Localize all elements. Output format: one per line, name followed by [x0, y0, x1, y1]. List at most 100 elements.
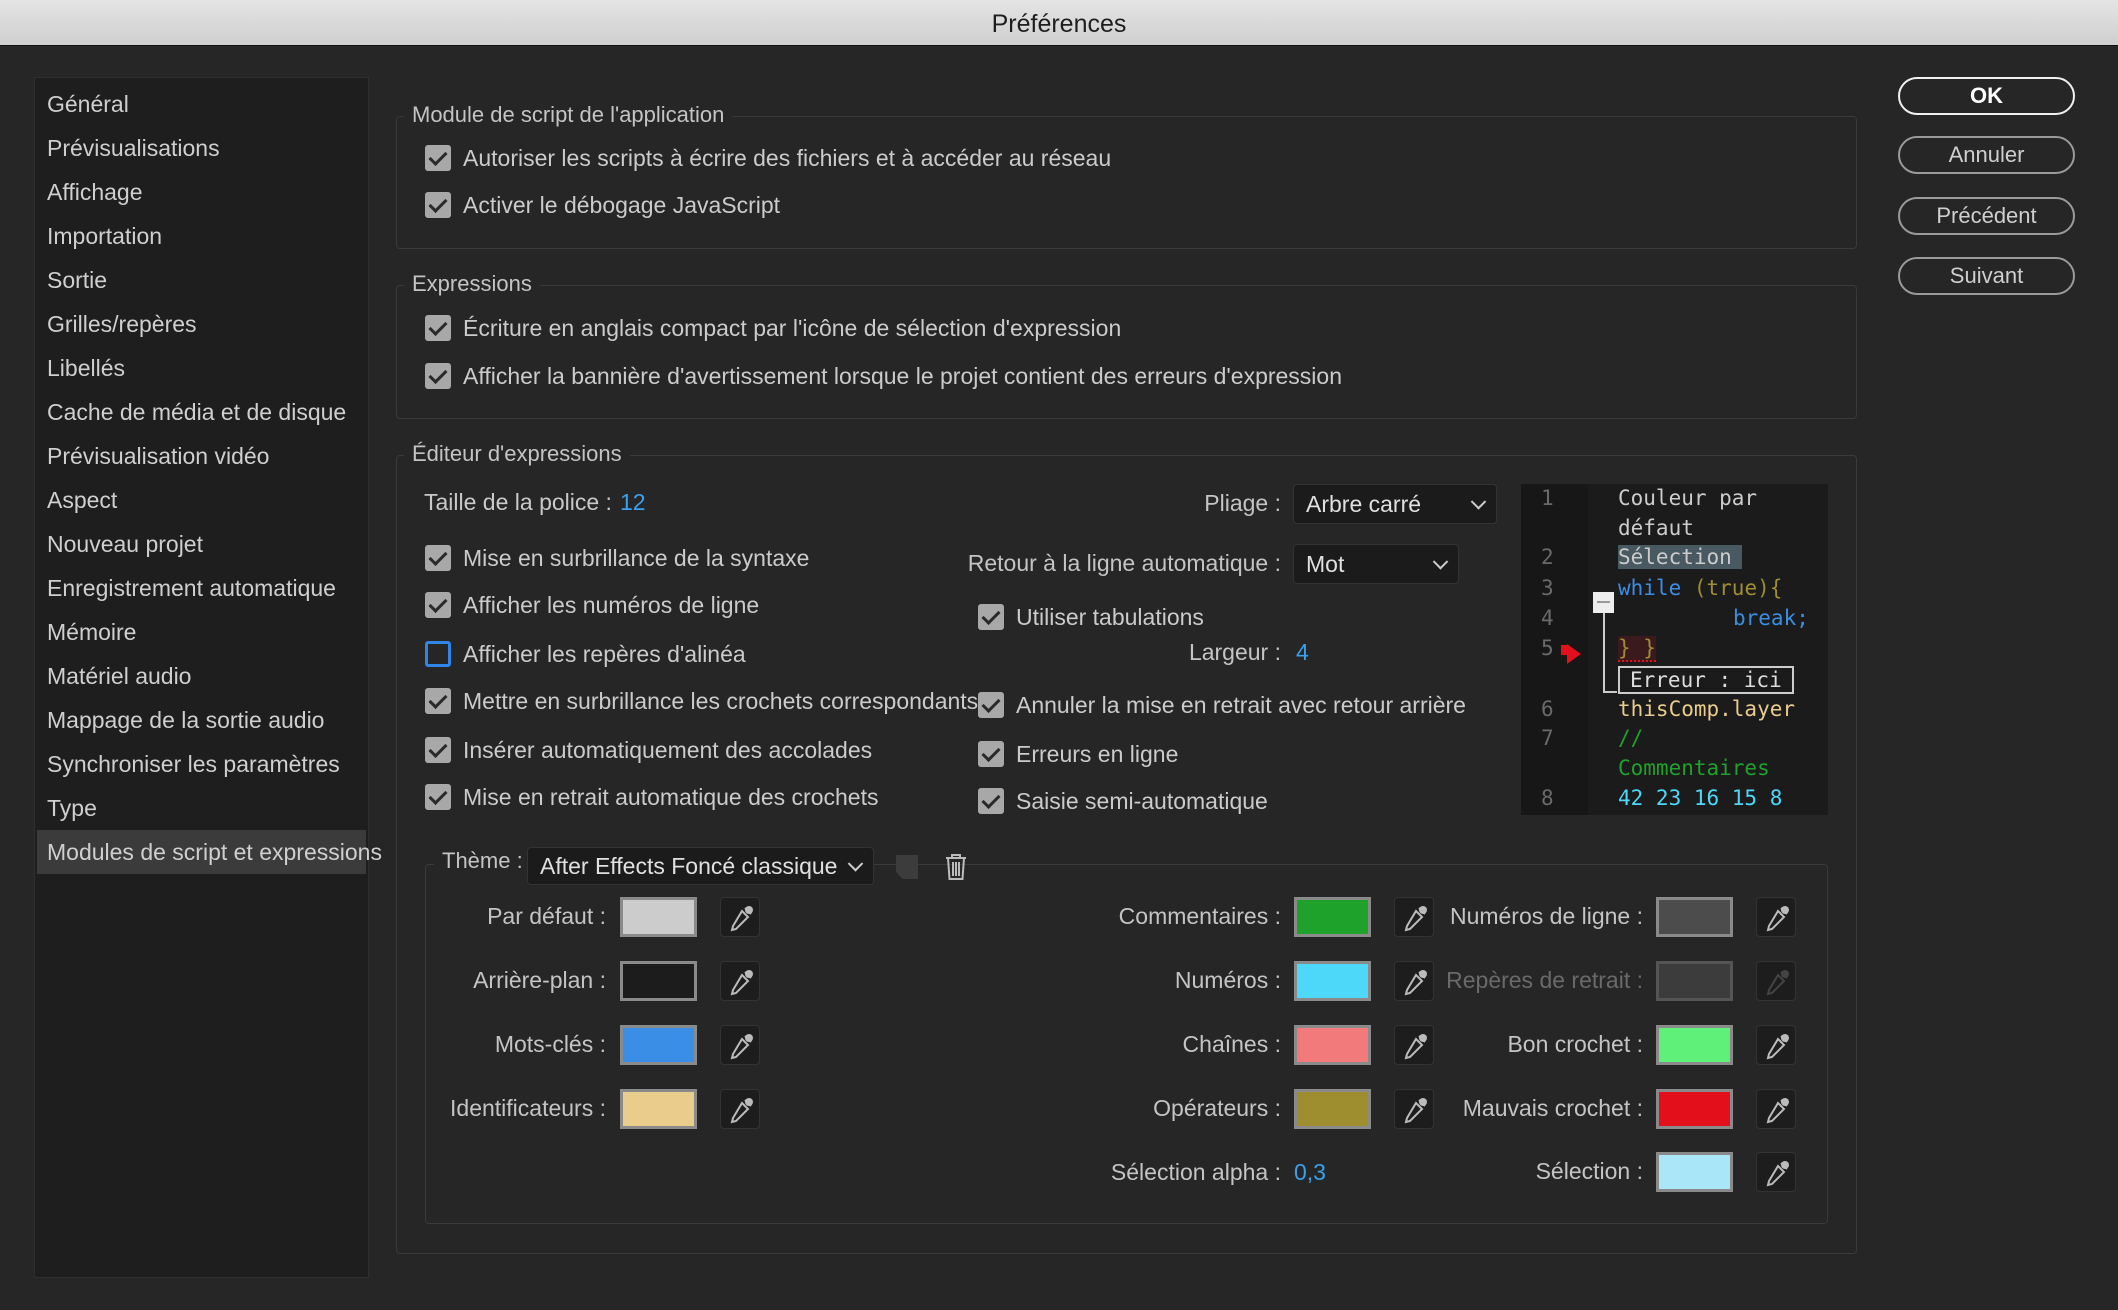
checkbox-option[interactable]: Mettre en surbrillance les crochets corr… — [425, 685, 978, 717]
color-label: Opérateurs : — [1153, 1095, 1281, 1121]
line-number: 4 — [1541, 606, 1554, 630]
sidebar-item[interactable]: Sortie — [37, 258, 366, 302]
eyedropper-button[interactable] — [720, 1089, 760, 1129]
checkbox-checked-icon[interactable] — [425, 737, 451, 763]
checkbox-unchecked-icon[interactable] — [425, 641, 451, 667]
sidebar-item[interactable]: Grilles/repères — [37, 302, 366, 346]
code-operator: (true){ — [1693, 576, 1783, 600]
wrap-label: Retour à la ligne automatique : — [967, 550, 1281, 576]
color-swatch[interactable] — [620, 897, 697, 937]
eyedropper-icon — [730, 1098, 753, 1124]
checkbox-option[interactable]: Mise en surbrillance de la syntaxe — [425, 542, 809, 574]
code-selection: Sélection — [1618, 545, 1742, 569]
sidebar-item[interactable]: Type — [37, 786, 366, 830]
color-swatch[interactable] — [1656, 1152, 1733, 1192]
cancel-button[interactable]: Annuler — [1898, 136, 2075, 174]
eyedropper-icon — [1766, 1034, 1789, 1060]
checkbox-option[interactable]: Activer le débogage JavaScript — [425, 189, 780, 221]
color-label: Commentaires : — [1118, 903, 1281, 929]
eyedropper-button[interactable] — [720, 1025, 760, 1065]
color-swatch[interactable] — [1656, 897, 1733, 937]
checkbox-option[interactable]: Erreurs en ligne — [978, 738, 1178, 770]
checkbox-checked-icon[interactable] — [425, 363, 451, 389]
code-comment: // — [1618, 726, 1644, 750]
checkbox-option[interactable]: Autoriser les scripts à écrire des fichi… — [425, 142, 1111, 174]
sidebar-item[interactable]: Libellés — [37, 346, 366, 390]
eyedropper-button[interactable] — [1756, 1152, 1796, 1192]
font-size-value[interactable]: 12 — [620, 489, 646, 516]
scripting-group — [396, 116, 1857, 249]
checkbox-checked-icon[interactable] — [425, 145, 451, 171]
checkbox-checked-icon[interactable] — [978, 741, 1004, 767]
checkbox-checked-icon[interactable] — [425, 315, 451, 341]
error-arrow-tail — [1561, 645, 1569, 655]
ok-button[interactable]: OK — [1898, 77, 2075, 115]
color-swatch[interactable] — [1656, 1089, 1733, 1129]
chevron-down-icon — [847, 856, 864, 872]
selection-alpha-value[interactable]: 0,3 — [1294, 1159, 1326, 1186]
checkbox-checked-icon[interactable] — [425, 592, 451, 618]
checkbox-label: Saisie semi-automatique — [1016, 787, 1268, 814]
sidebar-item[interactable]: Général — [37, 82, 366, 126]
checkbox-checked-icon[interactable] — [978, 788, 1004, 814]
eyedropper-button[interactable] — [720, 897, 760, 937]
checkbox-label: Écriture en anglais compact par l'icône … — [463, 314, 1122, 341]
checkbox-label: Annuler la mise en retrait avec retour a… — [1016, 691, 1466, 718]
checkbox-label: Autoriser les scripts à écrire des fichi… — [463, 144, 1112, 171]
sidebar-item[interactable]: Prévisualisation vidéo — [37, 434, 366, 478]
eyedropper-button[interactable] — [720, 961, 760, 1001]
sidebar-item[interactable]: Mémoire — [37, 610, 366, 654]
checkbox-option[interactable]: Insérer automatiquement des accolades — [425, 734, 872, 766]
color-swatch[interactable] — [620, 1089, 697, 1129]
tab-width-value[interactable]: 4 — [1296, 639, 1309, 666]
checkbox-checked-icon[interactable] — [978, 604, 1004, 630]
checkbox-option[interactable]: Afficher les numéros de ligne — [425, 589, 759, 621]
code-numbers: 42 23 16 15 8 — [1618, 786, 1783, 810]
sidebar-item[interactable]: Prévisualisations — [37, 126, 366, 170]
checkbox-option[interactable]: Mise en retrait automatique des crochets — [425, 781, 878, 813]
sidebar-item[interactable]: Aspect — [37, 478, 366, 522]
folding-dropdown[interactable]: Arbre carré — [1293, 484, 1497, 524]
color-swatch[interactable] — [620, 961, 697, 1001]
sidebar-item[interactable]: Synchroniser les paramètres — [37, 742, 366, 786]
color-swatch[interactable] — [1656, 1025, 1733, 1065]
sidebar-item[interactable]: Mappage de la sortie audio — [37, 698, 366, 742]
sidebar-item[interactable]: Enregistrement automatique — [37, 566, 366, 610]
eyedropper-button[interactable] — [1756, 1089, 1796, 1129]
checkbox-option[interactable]: Saisie semi-automatique — [978, 785, 1268, 817]
sidebar-item[interactable]: Matériel audio — [37, 654, 366, 698]
checkbox-checked-icon[interactable] — [425, 545, 451, 571]
checkbox-option[interactable]: Annuler la mise en retrait avec retour a… — [978, 689, 1466, 721]
color-label: Chaînes : — [1182, 1031, 1281, 1057]
checkbox-option[interactable]: Afficher la bannière d'avertissement lor… — [425, 360, 1342, 392]
eyedropper-icon — [1766, 970, 1789, 996]
checkbox-checked-icon[interactable] — [425, 688, 451, 714]
wrap-dropdown[interactable]: Mot — [1293, 544, 1459, 584]
chevron-down-icon — [1432, 554, 1449, 570]
expressions-group — [396, 285, 1857, 419]
sidebar-item[interactable]: Importation — [37, 214, 366, 258]
color-swatch[interactable] — [1656, 961, 1733, 1001]
checkbox-option[interactable]: Afficher les repères d'alinéa — [425, 638, 746, 670]
checkbox-option[interactable]: Utiliser tabulations — [978, 601, 1204, 633]
theme-dropdown[interactable]: After Effects Foncé classique — [527, 847, 874, 885]
scripting-title: Module de script de l'application — [404, 102, 733, 128]
sidebar-item[interactable]: Affichage — [37, 170, 366, 214]
sidebar-item[interactable]: Modules de script et expressions — [37, 830, 382, 874]
eyedropper-button[interactable] — [1756, 961, 1796, 1001]
sidebar-item[interactable]: Nouveau projet — [37, 522, 366, 566]
sidebar-item[interactable]: Cache de média et de disque — [37, 390, 366, 434]
code-default: défaut — [1618, 516, 1694, 540]
eyedropper-button[interactable] — [1756, 1025, 1796, 1065]
next-button[interactable]: Suivant — [1898, 257, 2075, 295]
eyedropper-button[interactable] — [1756, 897, 1796, 937]
checkbox-option[interactable]: Écriture en anglais compact par l'icône … — [425, 312, 1121, 344]
folding-value: Arbre carré — [1306, 491, 1422, 517]
previous-button[interactable]: Précédent — [1898, 197, 2075, 235]
checkbox-checked-icon[interactable] — [978, 692, 1004, 718]
color-swatch[interactable] — [620, 1025, 697, 1065]
checkbox-checked-icon[interactable] — [425, 784, 451, 810]
trash-icon[interactable] — [944, 853, 968, 881]
fold-collapse-icon[interactable] — [1593, 592, 1614, 613]
checkbox-checked-icon[interactable] — [425, 192, 451, 218]
